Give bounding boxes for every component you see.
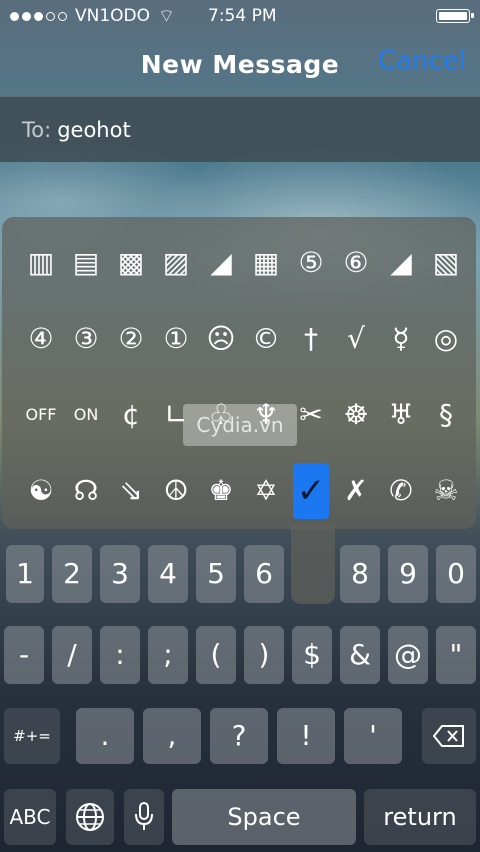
wifi-icon: ⌔ bbox=[158, 5, 175, 27]
key-quote[interactable]: " bbox=[436, 626, 476, 684]
recipient-field[interactable]: To: geohot bbox=[0, 96, 480, 162]
symbol-key[interactable]: ▦ bbox=[246, 243, 286, 283]
symbol-key[interactable]: OFF bbox=[21, 395, 61, 435]
key-9[interactable]: 9 bbox=[388, 545, 428, 603]
carrier-name: VN1ODO bbox=[75, 6, 151, 26]
symbol-row: ▥ ▤ ▩ ▨ ◢ ▦ ⑤ ⑥ ◢ ▧ bbox=[0, 243, 480, 307]
symbol-key[interactable]: ✂ bbox=[291, 395, 331, 435]
symbol-key[interactable]: ☠ bbox=[426, 471, 466, 511]
symbol-key[interactable]: ☊ bbox=[66, 471, 106, 511]
symbol-key[interactable]: ▧ bbox=[426, 243, 466, 283]
symbol-key[interactable]: † bbox=[291, 319, 331, 359]
recipient-value[interactable]: geohot bbox=[57, 118, 131, 142]
navigation-bar: New Message Cancel bbox=[0, 32, 480, 96]
battery-icon bbox=[436, 9, 474, 23]
status-bar: VN1ODO ⌔ 7:54 PM bbox=[0, 0, 480, 32]
key-dash[interactable]: - bbox=[4, 626, 44, 684]
key-0[interactable]: 0 bbox=[436, 545, 476, 603]
key-colon[interactable]: : bbox=[100, 626, 140, 684]
symbol-key[interactable]: § bbox=[426, 395, 466, 435]
key-dollar[interactable]: $ bbox=[292, 626, 332, 684]
symbol-key-selected[interactable]: ✓ bbox=[293, 463, 329, 519]
key-apostrophe[interactable]: ' bbox=[344, 708, 402, 764]
key-slash[interactable]: / bbox=[52, 626, 92, 684]
symbol-popup-tail bbox=[291, 524, 335, 604]
space-key[interactable]: Space bbox=[172, 789, 356, 845]
key-3[interactable]: 3 bbox=[100, 545, 140, 603]
key-2[interactable]: 2 bbox=[52, 545, 92, 603]
symbol-key[interactable]: ☮ bbox=[156, 471, 196, 511]
symbol-key[interactable]: ④ bbox=[21, 319, 61, 359]
symbol-key[interactable]: ① bbox=[156, 319, 196, 359]
key-comma[interactable]: , bbox=[143, 708, 201, 764]
symbol-key[interactable]: ⇘ bbox=[111, 471, 151, 511]
symbol-key[interactable]: ▥ bbox=[21, 243, 61, 283]
key-ampersand[interactable]: & bbox=[340, 626, 380, 684]
symbol-key[interactable]: ③ bbox=[66, 319, 106, 359]
key-open-paren[interactable]: ( bbox=[196, 626, 236, 684]
symbol-key[interactable]: ◢ bbox=[201, 243, 241, 283]
symbol-key[interactable]: ¢ bbox=[111, 395, 151, 435]
key-4[interactable]: 4 bbox=[148, 545, 188, 603]
watermark: Cydia.vn bbox=[183, 404, 297, 446]
globe-key[interactable] bbox=[66, 789, 114, 845]
key-question[interactable]: ? bbox=[210, 708, 268, 764]
symbol-key[interactable]: ♅ bbox=[381, 395, 421, 435]
key-5[interactable]: 5 bbox=[196, 545, 236, 603]
return-key[interactable]: return bbox=[364, 789, 476, 845]
key-8[interactable]: 8 bbox=[340, 545, 380, 603]
symbol-key[interactable]: ON bbox=[66, 395, 106, 435]
key-close-paren[interactable]: ) bbox=[244, 626, 284, 684]
cancel-button[interactable]: Cancel bbox=[378, 46, 466, 76]
symbol-key[interactable]: ✗ bbox=[336, 471, 376, 511]
symbol-key[interactable]: ✆ bbox=[381, 471, 421, 511]
symbol-key[interactable]: © bbox=[246, 319, 286, 359]
globe-icon bbox=[76, 803, 104, 831]
symbol-key[interactable]: ▨ bbox=[156, 243, 196, 283]
symbol-key[interactable]: ▩ bbox=[111, 243, 151, 283]
abc-key[interactable]: ABC bbox=[4, 789, 56, 845]
microphone-icon bbox=[135, 802, 153, 830]
symbol-key[interactable]: ☯ bbox=[21, 471, 61, 511]
key-at[interactable]: @ bbox=[388, 626, 428, 684]
symbol-row: ☯ ☊ ⇘ ☮ ♚ ✡ ✓ ✗ ✆ ☠ bbox=[0, 463, 480, 535]
key-period[interactable]: . bbox=[76, 708, 134, 764]
key-1[interactable]: 1 bbox=[6, 545, 44, 603]
symbol-key[interactable]: ▤ bbox=[66, 243, 106, 283]
key-semicolon[interactable]: ; bbox=[148, 626, 188, 684]
page-title: New Message bbox=[140, 49, 340, 79]
symbol-key[interactable]: ◎ bbox=[426, 319, 466, 359]
symbol-key[interactable]: ☿ bbox=[381, 319, 421, 359]
symbol-key[interactable]: ☸ bbox=[336, 395, 376, 435]
backspace-icon bbox=[432, 725, 464, 747]
symbol-key[interactable]: ◢ bbox=[381, 243, 421, 283]
symbol-key[interactable]: ✡ bbox=[246, 471, 286, 511]
symbol-key[interactable]: ⑥ bbox=[336, 243, 376, 283]
delete-key[interactable] bbox=[422, 708, 476, 764]
symbol-row: ④ ③ ② ① ☹ © † √ ☿ ◎ bbox=[0, 319, 480, 383]
signal-dots bbox=[10, 11, 67, 21]
symbol-key[interactable]: ♚ bbox=[201, 471, 241, 511]
more-symbols-key[interactable]: #+= bbox=[4, 708, 60, 764]
symbol-key[interactable]: ☹ bbox=[201, 319, 241, 359]
key-exclamation[interactable]: ! bbox=[277, 708, 335, 764]
key-6[interactable]: 6 bbox=[244, 545, 284, 603]
to-label: To: bbox=[22, 117, 52, 142]
symbol-key[interactable]: √ bbox=[336, 319, 376, 359]
symbol-key[interactable]: ⑤ bbox=[291, 243, 331, 283]
dictation-key[interactable] bbox=[124, 789, 164, 845]
symbol-key[interactable]: ② bbox=[111, 319, 151, 359]
status-time: 7:54 PM bbox=[208, 6, 277, 26]
